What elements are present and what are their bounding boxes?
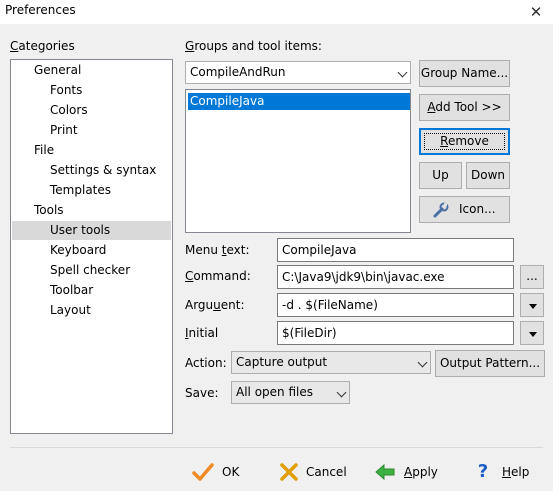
categories-tree[interactable]: General Fonts Colors Print File Settings & sy…	[10, 59, 173, 434]
footer-separator	[10, 447, 543, 448]
argument-menu-button[interactable]	[520, 293, 544, 317]
tree-item[interactable]: Toolbar	[12, 281, 171, 300]
argument-label: Arguuent:	[185, 298, 245, 312]
cancel-button[interactable]: Cancel	[278, 459, 348, 485]
close-button[interactable]: ✕	[519, 0, 553, 24]
cancel-label: Cancel	[306, 465, 347, 479]
tree-item[interactable]: User tools	[12, 221, 171, 240]
cancel-x-icon	[280, 463, 298, 481]
remove-button[interactable]: Remove	[419, 128, 510, 155]
command-label: Command:	[185, 269, 251, 283]
output-pattern-button[interactable]: Output Pattern...	[435, 350, 545, 377]
tree-item[interactable]: Templates	[12, 181, 171, 200]
tree-item[interactable]: Fonts	[12, 81, 171, 100]
initial-menu-button[interactable]	[520, 321, 544, 345]
tree-item[interactable]: Colors	[12, 101, 171, 120]
action-select-value: Capture output	[236, 355, 328, 369]
help-question-icon: ?	[477, 461, 489, 482]
checkmark-icon	[192, 463, 214, 481]
tree-item[interactable]: Print	[12, 121, 171, 140]
chevron-down-icon	[336, 387, 347, 398]
group-select-value: CompileAndRun	[190, 65, 286, 79]
menu-text-field[interactable]: CompileJava	[277, 238, 514, 262]
help-label: Help	[502, 465, 530, 479]
tool-items-list[interactable]: CompileJava	[185, 89, 411, 233]
tree-item[interactable]: Settings & syntax	[12, 161, 171, 180]
triangle-down-icon	[529, 332, 537, 337]
chevron-down-icon	[417, 357, 428, 368]
apply-button[interactable]: Apply	[374, 459, 444, 485]
group-select[interactable]: CompileAndRun	[185, 61, 411, 84]
tree-item[interactable]: Layout	[12, 301, 171, 320]
groups-label: Groups and tool items:	[185, 39, 322, 53]
ok-button[interactable]: OK	[192, 459, 252, 485]
categories-label: Categories	[10, 39, 75, 53]
group-name-button[interactable]: Group Name...	[419, 60, 510, 87]
icon-button-label: Icon...	[459, 202, 496, 216]
add-tool-button[interactable]: Add Tool >>	[419, 94, 510, 121]
browse-button[interactable]: ...	[520, 265, 544, 289]
save-label: Save:	[185, 386, 219, 400]
chevron-down-icon	[397, 67, 408, 78]
command-field[interactable]: C:\Java9\jdk9\bin\javac.exe	[277, 265, 514, 289]
action-label: Action:	[185, 356, 227, 370]
focus-ring	[424, 133, 505, 150]
list-item[interactable]: CompileJava	[188, 93, 410, 110]
down-button[interactable]: Down	[466, 162, 510, 189]
tree-item[interactable]: General	[12, 61, 171, 80]
apply-arrow-icon	[375, 463, 395, 481]
menu-text-label: Menu text:	[185, 243, 250, 257]
save-select[interactable]: All open files	[231, 381, 350, 404]
triangle-down-icon	[529, 304, 537, 309]
save-select-value: All open files	[236, 385, 313, 399]
icon-button[interactable]: Icon...	[419, 196, 510, 223]
apply-label: Apply	[404, 465, 438, 479]
argument-field[interactable]: -d . $(FileName)	[277, 293, 514, 317]
tree-item[interactable]: Tools	[12, 201, 171, 220]
initial-label: Initial	[185, 326, 219, 340]
wrench-icon	[433, 202, 449, 218]
up-button[interactable]: Up	[419, 162, 462, 189]
tree-item[interactable]: Spell checker	[12, 261, 171, 280]
tree-item[interactable]: Keyboard	[12, 241, 171, 260]
ok-label: OK	[222, 465, 240, 479]
window-title: Preferences	[5, 3, 76, 17]
help-button[interactable]: ? Help	[472, 459, 532, 485]
action-select[interactable]: Capture output	[231, 351, 431, 374]
tree-item[interactable]: File	[12, 141, 171, 160]
initial-field[interactable]: $(FileDir)	[277, 321, 514, 345]
title-bar	[0, 0, 553, 24]
